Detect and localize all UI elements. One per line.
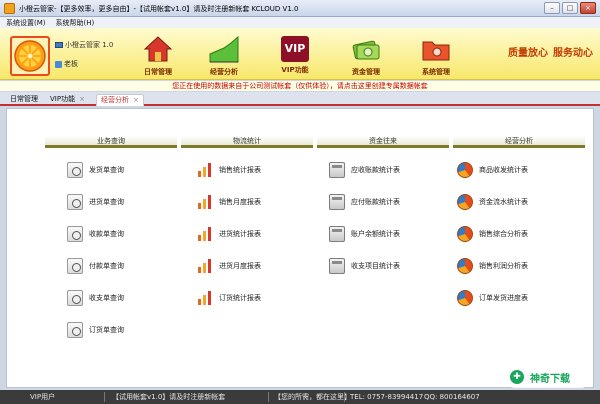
tab-business-analysis[interactable]: 经营分析 ×: [96, 94, 144, 106]
nav-label: VIP功能: [281, 66, 309, 74]
document-search-icon: [67, 258, 83, 274]
report-item[interactable]: 收款单查询: [67, 225, 124, 243]
maximize-button[interactable]: □: [562, 2, 578, 14]
orange-logo-icon: [10, 36, 50, 76]
nav-system-management[interactable]: 系统管理: [408, 34, 464, 78]
bar-chart-icon: [197, 194, 213, 210]
slogan-quality: 质量放心: [508, 48, 548, 59]
menu-system-settings[interactable]: 系统设置(M): [6, 18, 46, 28]
report-item[interactable]: 付款单查询: [67, 257, 124, 275]
report-item[interactable]: 订货统计报表: [197, 289, 261, 307]
calculator-icon: [329, 194, 345, 210]
trial-notice-link[interactable]: 您正在使用的数据来自于公司测试帐套（仅供体验），请点击这里创建专属数据帐套: [0, 81, 600, 91]
report-item[interactable]: 进货统计报表: [197, 225, 261, 243]
pie-chart-icon: [457, 290, 473, 306]
calculator-icon: [329, 226, 345, 242]
nav-label: 系统管理: [422, 68, 450, 76]
document-search-icon: [67, 290, 83, 306]
status-tagline: 【您的所需，都在这里】: [274, 393, 351, 401]
report-item[interactable]: 收支项目统计表: [329, 257, 400, 275]
report-item[interactable]: 发货单查询: [67, 161, 124, 179]
report-item[interactable]: 账户余额统计表: [329, 225, 400, 243]
money-icon: [352, 40, 380, 60]
nav-label: 经营分析: [210, 68, 238, 76]
document-search-icon: [67, 194, 83, 210]
status-bar: VIP用户 【试用帐套v1.0】请及时注册新帐套 【您的所需，都在这里】 TEL…: [0, 390, 600, 404]
watermark-logo: ✚ 神奇下载: [504, 366, 592, 388]
report-item[interactable]: 销售综合分析表: [457, 225, 528, 243]
computer-icon: [55, 42, 63, 48]
menu-system-help[interactable]: 系统帮助(H): [56, 18, 95, 28]
close-tab-icon[interactable]: ×: [79, 95, 85, 103]
report-item[interactable]: 应收账款统计表: [329, 161, 400, 179]
nav-business-analysis[interactable]: 经营分析: [196, 34, 252, 78]
tab-vip-features[interactable]: VIP功能 ×: [46, 94, 89, 106]
vip-icon: VIP: [281, 36, 309, 62]
status-phone: TEL: 0757-83994417: [350, 393, 424, 401]
calculator-icon: [329, 258, 345, 274]
report-item[interactable]: 销售月度报表: [197, 193, 261, 211]
report-panel: 业务查询 物流统计 资金往来 经营分析 发货单查询 进货单查询 收款单查询 付款…: [6, 108, 594, 388]
nav-fund-management[interactable]: 资金管理: [338, 34, 394, 78]
section-heading: 物流统计: [181, 136, 313, 148]
status-role: VIP用户: [30, 393, 56, 401]
house-icon: [143, 36, 173, 62]
bar-chart-icon: [197, 258, 213, 274]
bar-chart-icon: [197, 162, 213, 178]
document-search-icon: [67, 322, 83, 338]
calculator-icon: [329, 162, 345, 178]
close-tab-icon[interactable]: ×: [133, 96, 139, 104]
nav-label: 资金管理: [352, 68, 380, 76]
current-user[interactable]: 老板: [55, 59, 78, 69]
user-icon: [55, 60, 62, 68]
close-button[interactable]: ×: [580, 2, 596, 14]
report-item[interactable]: 资金流水统计表: [457, 193, 528, 211]
status-divider: [104, 392, 105, 402]
pie-chart-icon: [457, 226, 473, 242]
report-item[interactable]: 收支单查询: [67, 289, 124, 307]
app-icon: [4, 3, 15, 14]
document-search-icon: [67, 226, 83, 242]
tab-daily-management[interactable]: 日常管理: [6, 94, 42, 106]
header-band: 小橙云管家 1.0 老板 日常管理 经营分析 VIP VIP功能 资金管理 系统…: [0, 28, 600, 80]
report-item[interactable]: 销售统计报表: [197, 161, 261, 179]
section-heading: 资金往来: [317, 136, 449, 148]
download-logo-icon: ✚: [510, 370, 524, 384]
tab-bar: 日常管理 VIP功能 × 经营分析 ×: [0, 92, 600, 106]
pie-chart-icon: [457, 258, 473, 274]
area-chart-icon: [209, 35, 239, 63]
status-account: 【试用帐套v1.0】请及时注册新帐套: [112, 393, 226, 401]
watermark-text: 神奇下载: [530, 373, 570, 385]
title-bar: 小橙云管家-【更多效率，更多自由】-【试用帐套v1.0】请及时注册新帐套 KCL…: [0, 0, 600, 17]
window-controls: – □ ×: [544, 2, 596, 14]
report-item[interactable]: 销售利润分析表: [457, 257, 528, 275]
report-item[interactable]: 进货单查询: [67, 193, 124, 211]
bar-chart-icon: [197, 290, 213, 306]
menu-bar: 系统设置(M) 系统帮助(H): [0, 17, 600, 28]
report-item[interactable]: 订货单查询: [67, 321, 124, 339]
slogan-service: 服务动心: [553, 48, 593, 59]
window-title: 小橙云管家-【更多效率，更多自由】-【试用帐套v1.0】请及时注册新帐套 KCL…: [19, 5, 299, 13]
status-divider: [344, 392, 345, 402]
status-qq: QQ: 800164607: [424, 393, 480, 401]
report-item[interactable]: 应付账款统计表: [329, 193, 400, 211]
report-item[interactable]: 进货月度报表: [197, 257, 261, 275]
report-item[interactable]: 订单发货进度表: [457, 289, 528, 307]
nav-daily-management[interactable]: 日常管理: [130, 34, 186, 78]
report-item[interactable]: 商品收发统计表: [457, 161, 528, 179]
bar-chart-icon: [197, 226, 213, 242]
nav-vip-features[interactable]: VIP VIP功能: [267, 34, 323, 78]
document-search-icon: [67, 162, 83, 178]
pie-chart-icon: [457, 162, 473, 178]
folder-settings-icon: [422, 41, 450, 61]
status-divider: [268, 392, 269, 402]
section-heading: 业务查询: [45, 136, 177, 148]
nav-label: 日常管理: [144, 68, 172, 76]
section-heading: 经营分析: [453, 136, 585, 148]
pie-chart-icon: [457, 194, 473, 210]
minimize-button[interactable]: –: [544, 2, 560, 14]
brand-label: 小橙云管家 1.0: [55, 40, 113, 50]
